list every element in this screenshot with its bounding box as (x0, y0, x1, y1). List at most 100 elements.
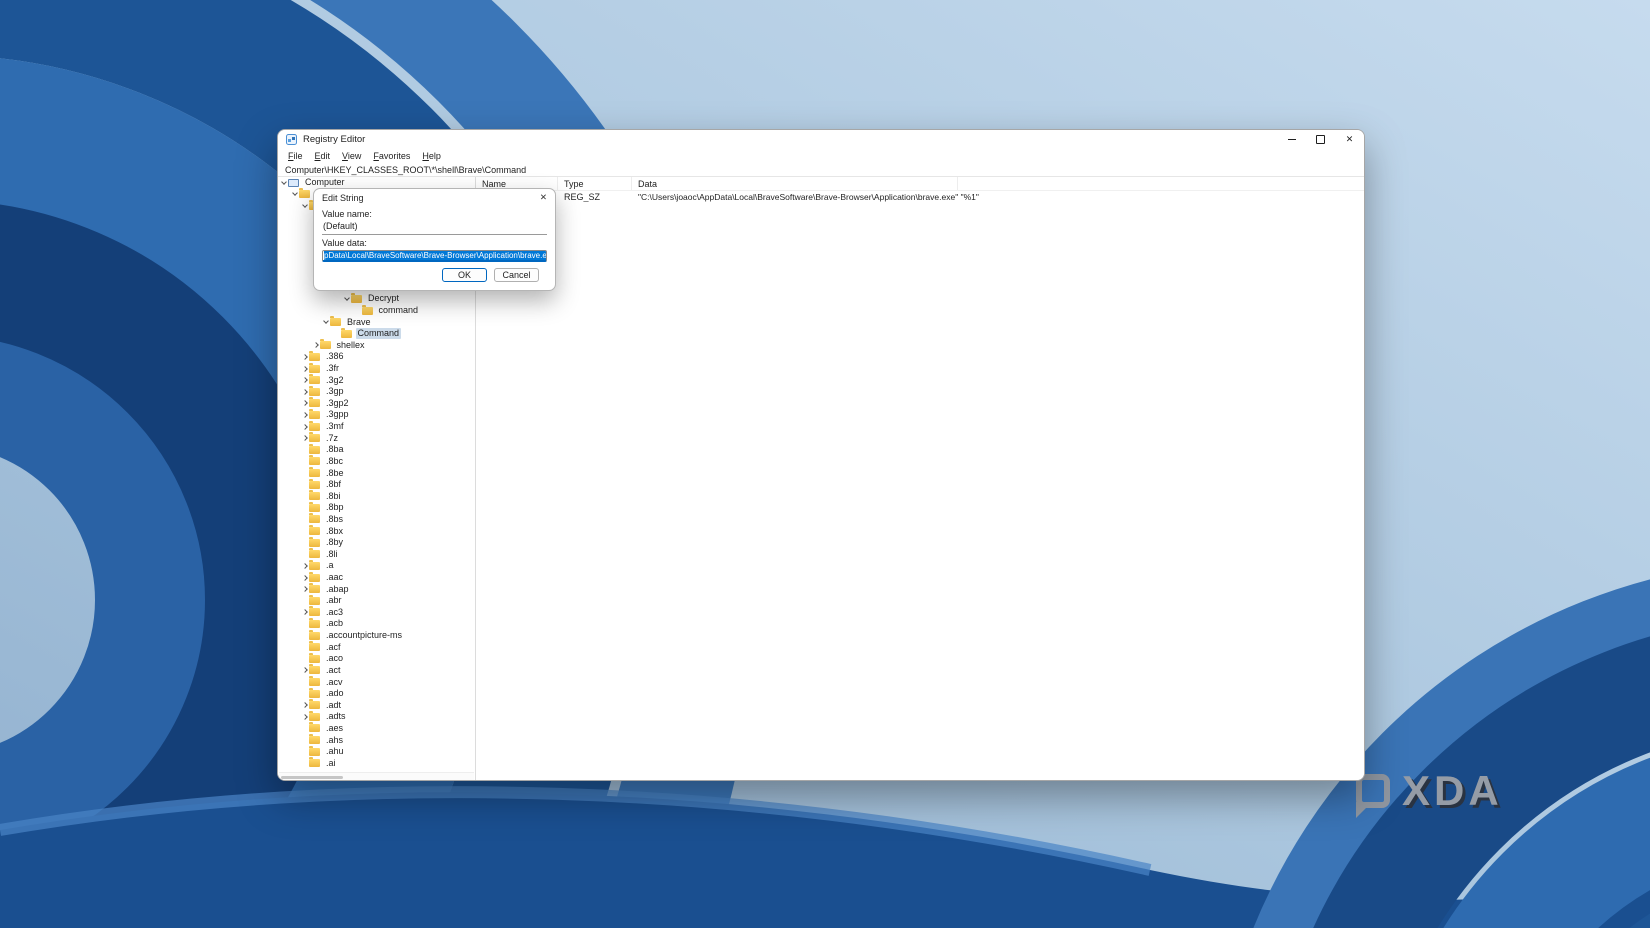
chevron-right-icon[interactable] (301, 434, 309, 442)
tree-horizontal-scrollbar[interactable] (279, 772, 474, 780)
chevron-right-icon[interactable] (301, 365, 309, 373)
folder-icon (309, 536, 320, 547)
chevron-down-icon[interactable] (343, 295, 351, 303)
tree-item-act[interactable]: .act (278, 664, 475, 677)
chevron-right-icon[interactable] (301, 376, 309, 384)
chevron-right-icon[interactable] (301, 666, 309, 674)
cancel-button[interactable]: Cancel (494, 268, 539, 282)
tree-item-decrypt[interactable]: Decrypt (278, 292, 475, 305)
menu-item-favorites[interactable]: Favorites (367, 151, 416, 161)
window-titlebar[interactable]: Registry Editor (278, 130, 1364, 149)
chevron-right-icon[interactable] (301, 585, 309, 593)
tree-item-8bc[interactable]: .8bc (278, 455, 475, 468)
tree-item-7z[interactable]: .7z (278, 432, 475, 444)
tree-item-adts[interactable]: .adts (278, 710, 475, 723)
close-button[interactable] (1335, 130, 1364, 149)
dialog-titlebar[interactable]: Edit String (314, 189, 555, 206)
tree-item-aes[interactable]: .aes (278, 722, 475, 735)
tree-item-a[interactable]: .a (278, 559, 475, 572)
tree-item-8li[interactable]: .8li (278, 548, 475, 561)
maximize-button[interactable] (1306, 130, 1335, 149)
tree-item-acf[interactable]: .acf (278, 641, 475, 653)
tree-item-label: shellex (336, 339, 365, 350)
chevron-right-icon[interactable] (301, 423, 309, 431)
tree-item-acv[interactable]: .acv (278, 676, 475, 688)
scrollbar-thumb[interactable] (281, 775, 343, 779)
tree-item-acb[interactable]: .acb (278, 617, 475, 630)
chevron-right-icon[interactable] (301, 608, 309, 616)
tree-item-computer[interactable]: Computer (278, 177, 475, 189)
tree-item-3g2[interactable]: .3g2 (278, 374, 475, 386)
menu-item-edit[interactable]: Edit (309, 151, 337, 161)
chevron-right-icon[interactable] (301, 713, 309, 721)
tree-item-3gp2[interactable]: .3gp2 (278, 397, 475, 410)
registry-value-row[interactable]: ab(Default)REG_SZ"C:\Users\joaoc\AppData… (476, 191, 1364, 203)
xda-watermark: XDA (1356, 770, 1503, 818)
tree-item-command[interactable]: command (278, 304, 475, 317)
value-data-input[interactable]: pData\Local\BraveSoftware\Brave-Browser\… (322, 250, 547, 262)
tree-item-accountpicturems[interactable]: .accountpicture-ms (278, 629, 475, 642)
registry-address-bar[interactable]: Computer\HKEY_CLASSES_ROOT\*\shell\Brave… (278, 163, 1364, 177)
chevron-down-icon[interactable] (301, 202, 309, 210)
tree-item-shellex[interactable]: shellex (278, 339, 475, 352)
tree-item-8by[interactable]: .8by (278, 536, 475, 549)
menu-item-view[interactable]: View (336, 151, 367, 161)
ok-button[interactable]: OK (442, 268, 487, 282)
tree-item-command[interactable]: Command (278, 327, 475, 340)
folder-icon (361, 304, 373, 315)
tree-item-8bf[interactable]: .8bf (278, 478, 475, 491)
tree-item-label: .8li (326, 548, 338, 559)
tree-item-8bx[interactable]: .8bx (278, 525, 475, 537)
tree-item-ai[interactable]: .ai (278, 757, 475, 769)
tree-item-ahu[interactable]: .ahu (278, 745, 475, 758)
tree-item-8bs[interactable]: .8bs (278, 513, 475, 526)
tree-item-3fr[interactable]: .3fr (278, 362, 475, 375)
tree-item-label: .3gp2 (326, 397, 349, 408)
tree-item-ahs[interactable]: .ahs (278, 734, 475, 746)
tree-item-ac3[interactable]: .ac3 (278, 606, 475, 619)
chevron-right-icon[interactable] (301, 562, 309, 570)
tree-item-8be[interactable]: .8be (278, 467, 475, 479)
chevron-right-icon[interactable] (312, 341, 320, 349)
column-header-type[interactable]: Type (558, 177, 632, 190)
chevron-right-icon[interactable] (301, 574, 309, 582)
tree-item-3gpp[interactable]: .3gpp (278, 408, 475, 421)
tree-item-abr[interactable]: .abr (278, 594, 475, 607)
tree-item-8ba[interactable]: .8ba (278, 443, 475, 456)
folder-icon (309, 350, 320, 361)
tree-item-abap[interactable]: .abap (278, 583, 475, 595)
tree-item-aco[interactable]: .aco (278, 652, 475, 665)
tree-item-3gp[interactable]: .3gp (278, 385, 475, 398)
minimize-button[interactable] (1277, 130, 1306, 149)
folder-icon (309, 490, 320, 501)
tree-item-label: .8bs (326, 513, 344, 524)
value-name-field[interactable]: (Default) (322, 219, 547, 235)
chevron-down-icon[interactable] (280, 179, 288, 187)
tree-item-8bp[interactable]: .8bp (278, 501, 475, 514)
chevron-down-icon[interactable] (291, 190, 299, 198)
chevron-right-icon[interactable] (301, 411, 309, 419)
tree-item-adt[interactable]: .adt (278, 699, 475, 711)
tree-item-aac[interactable]: .aac (278, 571, 475, 584)
tree-item-8bi[interactable]: .8bi (278, 490, 475, 502)
chevron-right-icon[interactable] (301, 388, 309, 396)
tree-item-3mf[interactable]: .3mf (278, 420, 475, 433)
tree-item-brave[interactable]: Brave (278, 316, 475, 328)
menu-item-file[interactable]: File (282, 151, 309, 161)
folder-icon (309, 420, 320, 431)
column-header-data[interactable]: Data (632, 177, 958, 190)
tree-item-386[interactable]: .386 (278, 350, 475, 363)
chevron-right-icon[interactable] (301, 399, 309, 407)
menu-item-help[interactable]: Help (416, 151, 447, 161)
chevron-down-icon[interactable] (322, 318, 330, 326)
chevron-right-icon[interactable] (301, 701, 309, 709)
tree-item-ado[interactable]: .ado (278, 687, 475, 700)
chevron-right-icon[interactable] (301, 353, 309, 361)
dialog-close-icon[interactable] (540, 192, 547, 203)
selected-input-text: pData\Local\BraveSoftware\Brave-Browser\… (324, 251, 546, 260)
